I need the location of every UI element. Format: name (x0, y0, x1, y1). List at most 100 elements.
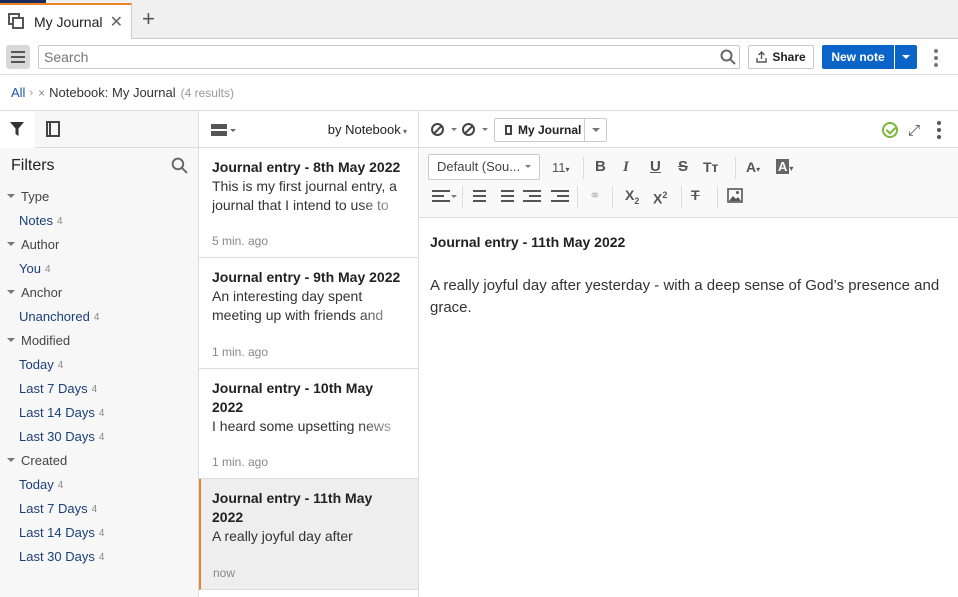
note-body-text[interactable]: A really joyful day after yesterday - wi… (430, 275, 950, 319)
note-list-item-selected[interactable]: Journal entry - 11th May 2022 A really j… (199, 479, 418, 590)
new-note-dropdown-button[interactable] (895, 45, 917, 69)
saved-check-icon (882, 122, 898, 138)
filter-section-created[interactable]: Created (0, 448, 198, 472)
editor-content[interactable]: Journal entry - 11th May 2022 A really j… (419, 218, 958, 333)
link-icon[interactable]: ⚭ (589, 185, 601, 205)
filter-section-modified[interactable]: Modified (0, 328, 198, 352)
breadcrumb-separator: › (29, 86, 34, 99)
align-caret-icon[interactable] (451, 195, 457, 201)
bold-icon[interactable]: B (595, 157, 606, 177)
share-button[interactable]: Share (748, 45, 814, 69)
section-label: Type (21, 188, 50, 204)
note-list-item[interactable]: Journal entry - 8th May 2022 This is my … (199, 148, 418, 258)
filter-count: 4 (98, 432, 105, 443)
filter-item-created-today[interactable]: Today 4 (0, 472, 198, 496)
indent-icon[interactable] (551, 190, 569, 205)
toolbar-divider (462, 186, 463, 208)
filter-tab[interactable] (0, 111, 35, 148)
snippet-fade (358, 527, 418, 549)
filter-item-created-30-days[interactable]: Last 30 Days 4 (0, 544, 198, 568)
filter-item-modified-30-days[interactable]: Last 30 Days 4 (0, 424, 198, 448)
filter-item-unanchored[interactable]: Unanchored 4 (0, 304, 198, 328)
filter-item-created-7-days[interactable]: Last 7 Days 4 (0, 496, 198, 520)
expand-icon[interactable]: ⤢ (908, 122, 920, 139)
new-tab-plus-icon[interactable]: + (142, 8, 155, 30)
caret-icon: ▾ (789, 164, 794, 173)
no-tag-icon[interactable] (431, 123, 444, 136)
note-list-item[interactable]: Journal entry - 10th May 2022 I heard so… (199, 369, 418, 479)
underline-icon[interactable]: U (650, 157, 661, 177)
subscript-icon[interactable]: X2 (625, 185, 639, 211)
insert-image-icon[interactable] (727, 188, 743, 203)
no-reminder-icon[interactable] (462, 123, 475, 136)
breadcrumb-notebook: Notebook: My Journal (49, 85, 176, 100)
filter-panel-tabs (0, 111, 198, 148)
filter-count: 4 (91, 504, 98, 515)
font-color-icon[interactable]: A▾ (746, 157, 760, 180)
superscript-icon[interactable]: X2 (653, 185, 667, 209)
note-title: Journal entry - 8th May 2022 (212, 159, 401, 175)
snippet-fade (358, 306, 418, 328)
tab-my-journal[interactable]: My Journal ✕ (0, 3, 132, 39)
notebook-select[interactable]: My Journal (494, 118, 607, 142)
filter-item-notes[interactable]: Notes 4 (0, 208, 198, 232)
font-size-select[interactable]: 11▾ (552, 158, 570, 180)
tag-caret-icon[interactable] (451, 128, 457, 134)
filter-section-anchor[interactable]: Anchor (0, 280, 198, 304)
note-time: 1 min. ago (212, 345, 269, 359)
sort-dropdown[interactable]: by Notebook ▾ (328, 122, 407, 137)
filter-item-modified-14-days[interactable]: Last 14 Days 4 (0, 400, 198, 424)
more-options-icon[interactable] (934, 49, 938, 70)
text-case-icon[interactable]: Tт (703, 157, 718, 177)
remove-notebook-filter-icon[interactable]: × (38, 86, 45, 100)
note-list-item[interactable]: Journal entry - 9th May 2022 An interest… (199, 258, 418, 369)
bullet-list-icon[interactable] (468, 190, 486, 205)
note-heading[interactable]: Journal entry - 11th May 2022 (430, 232, 947, 252)
section-label: Author (21, 236, 60, 252)
highlight-color-icon[interactable]: A ▾ (776, 157, 793, 179)
list-view-icon[interactable] (211, 124, 227, 136)
filter-count: 4 (93, 312, 100, 323)
filter-count: 4 (98, 408, 105, 419)
outdent-icon[interactable] (523, 190, 541, 205)
filter-label: Last 30 Days (19, 428, 95, 444)
strikethrough-icon[interactable]: S (678, 157, 688, 177)
font-family-select[interactable]: Default (Sou... (428, 154, 540, 180)
tab-title: My Journal (34, 14, 103, 30)
view-dropdown-caret-icon[interactable] (230, 129, 236, 135)
filter-item-you[interactable]: You 4 (0, 256, 198, 280)
filter-section-author[interactable]: Author (0, 232, 198, 256)
hamburger-menu-button[interactable] (6, 45, 30, 69)
new-note-button[interactable]: New note (822, 45, 894, 69)
note-title: Journal entry - 10th May 2022 (212, 380, 374, 415)
filter-item-modified-today[interactable]: Today 4 (0, 352, 198, 376)
toolbar-divider (681, 186, 682, 208)
filter-search-icon[interactable] (171, 157, 188, 174)
filters-panel: Filters Type Notes 4 Author You 4 Anchor U… (0, 111, 199, 597)
align-icon[interactable] (432, 190, 450, 205)
italic-icon[interactable]: I (623, 157, 629, 177)
filter-label: Today (19, 476, 54, 492)
notes-list-panel: by Notebook ▾ Journal entry - 8th May 20… (199, 111, 419, 597)
notebooks-tab-icon[interactable] (46, 121, 60, 137)
results-count: (4 results) (180, 85, 234, 100)
highlight-swatch: A (776, 159, 790, 174)
breadcrumb-all-link[interactable]: All (11, 85, 25, 100)
numbered-list-icon[interactable] (496, 190, 514, 205)
reminder-caret-icon[interactable] (482, 128, 488, 134)
filter-item-created-14-days[interactable]: Last 14 Days 4 (0, 520, 198, 544)
search-input[interactable] (38, 45, 740, 69)
sort-caret-icon: ▾ (400, 127, 407, 136)
tab-close-icon[interactable]: ✕ (110, 12, 123, 32)
filter-label: Last 7 Days (19, 380, 88, 396)
funnel-icon (10, 122, 24, 136)
snippet-fade (358, 196, 418, 218)
filter-label: Today (19, 356, 54, 372)
filter-item-modified-7-days[interactable]: Last 7 Days 4 (0, 376, 198, 400)
search-icon[interactable] (720, 49, 736, 65)
filter-label: Last 14 Days (19, 404, 95, 420)
clear-formatting-icon[interactable]: T (691, 185, 700, 205)
filter-section-type[interactable]: Type (0, 184, 198, 208)
editor-more-options-icon[interactable] (937, 121, 941, 142)
collapse-caret-icon (7, 338, 15, 346)
